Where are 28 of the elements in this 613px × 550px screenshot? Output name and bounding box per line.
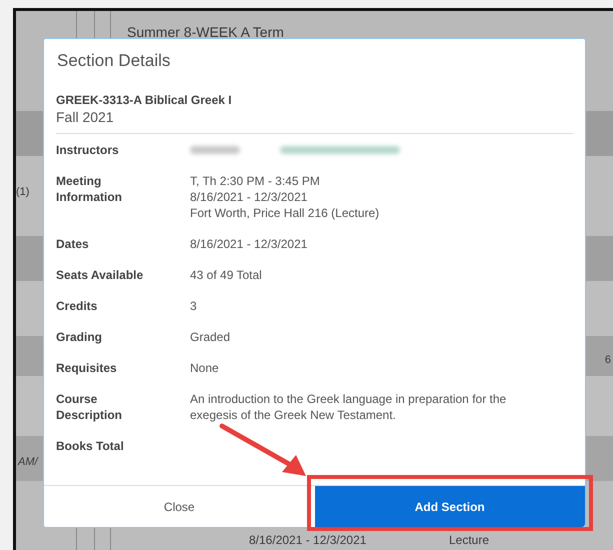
detail-label: Seats Available (56, 267, 144, 283)
table-cell: Lecture (449, 533, 490, 547)
detail-value: None (190, 360, 220, 376)
table-cell: 6 (604, 354, 611, 366)
course-term: Fall 2021 (56, 109, 573, 134)
detail-value: An introduction to the Greek language in preparation for the exegesis of the Greek New Testament. (190, 391, 508, 423)
table-cell: 8/16/2021 - 12/3/2021 (249, 533, 366, 547)
detail-value: 8/16/2021 - 12/3/2021 (190, 189, 308, 205)
detail-value: Fort Worth, Price Hall 216 (Lecture) (190, 205, 380, 221)
detail-label: Instructors (56, 142, 120, 158)
table-cell: (1) (16, 186, 30, 198)
detail-value: T, Th 2:30 PM - 3:45 PM (190, 173, 321, 189)
detail-value: 43 of 49 Total (190, 267, 263, 283)
table-cell: AM/ (18, 456, 38, 468)
detail-label: Books Total (56, 438, 125, 454)
add-section-button[interactable]: Add Section (314, 486, 585, 527)
detail-value: 8/16/2021 - 12/3/2021 (190, 236, 308, 252)
dialog-title: Section Details (56, 50, 172, 71)
detail-value: Graded (190, 329, 232, 345)
detail-label: Requisites (56, 360, 118, 376)
detail-label: Course Description (56, 391, 124, 423)
detail-label: Credits (56, 298, 98, 314)
detail-label: Meeting Information (56, 173, 123, 206)
course-title: GREEK-3313-A Biblical Greek I (56, 93, 233, 107)
detail-label: Dates (56, 236, 90, 252)
blurred-text (190, 146, 240, 154)
detail-value: 3 (190, 298, 198, 314)
detail-label: Grading (56, 329, 104, 345)
